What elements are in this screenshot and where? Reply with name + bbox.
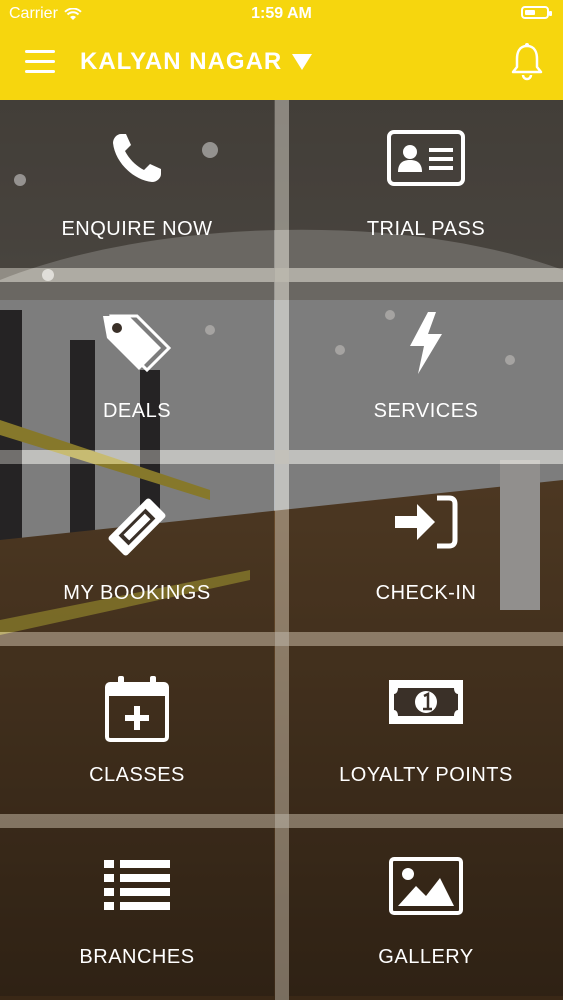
lightning-icon: [410, 312, 442, 374]
tile-label: SERVICES: [373, 400, 479, 422]
tile-deals[interactable]: DEALS: [0, 282, 274, 450]
tags-icon: [103, 314, 172, 373]
battery-icon: [521, 6, 552, 19]
caret-down-icon: [292, 54, 313, 70]
location-name: KALYAN NAGAR: [80, 48, 283, 75]
money-bill-icon: [389, 680, 463, 724]
tile-loyalty-points[interactable]: LOYALTY POINTS: [289, 646, 563, 814]
tile-label: DEALS: [102, 400, 172, 422]
app-header: KALYAN NAGAR: [0, 28, 563, 100]
grid-divider: [0, 450, 563, 464]
tile-services[interactable]: SERVICES: [289, 282, 563, 450]
image-icon: [389, 857, 463, 915]
tile-label: TRIAL PASS: [366, 218, 486, 240]
location-selector[interactable]: KALYAN NAGAR: [80, 48, 313, 76]
bell-icon[interactable]: [509, 42, 545, 82]
tile-enquire-now[interactable]: ENQUIRE NOW: [0, 100, 274, 268]
tile-label: MY BOOKINGS: [63, 582, 211, 604]
tile-trial-pass[interactable]: TRIAL PASS: [289, 100, 563, 268]
tile-my-bookings[interactable]: MY BOOKINGS: [0, 464, 274, 632]
tile-label: GALLERY: [378, 946, 474, 968]
grid-divider: [0, 814, 563, 828]
grid-divider: [0, 268, 563, 282]
tile-label: CLASSES: [89, 764, 185, 786]
tile-label: LOYALTY POINTS: [339, 764, 513, 786]
calendar-plus-icon: [105, 676, 169, 742]
id-card-icon: [387, 130, 465, 186]
phone-icon: [113, 134, 161, 182]
tile-gallery[interactable]: GALLERY: [289, 828, 563, 996]
clock: 1:59 AM: [251, 5, 312, 22]
tile-branches[interactable]: BRANCHES: [0, 828, 274, 996]
tile-check-in[interactable]: CHECK-IN: [289, 464, 563, 632]
tile-label: BRANCHES: [79, 946, 195, 968]
ticket-icon: [108, 498, 166, 556]
tile-label: CHECK-IN: [375, 582, 477, 604]
home-grid: ENQUIRE NOW TRIAL PASS DEALS SERVICES MY…: [0, 100, 563, 1000]
grid-divider: [0, 632, 563, 646]
grid-divider: [275, 100, 289, 1000]
status-bar: Carrier 1:59 AM: [0, 0, 563, 28]
list-icon: [104, 860, 170, 910]
sign-in-icon: [395, 495, 458, 549]
tile-label: ENQUIRE NOW: [61, 218, 213, 240]
tile-classes[interactable]: CLASSES: [0, 646, 274, 814]
hamburger-menu-icon[interactable]: [25, 50, 55, 74]
